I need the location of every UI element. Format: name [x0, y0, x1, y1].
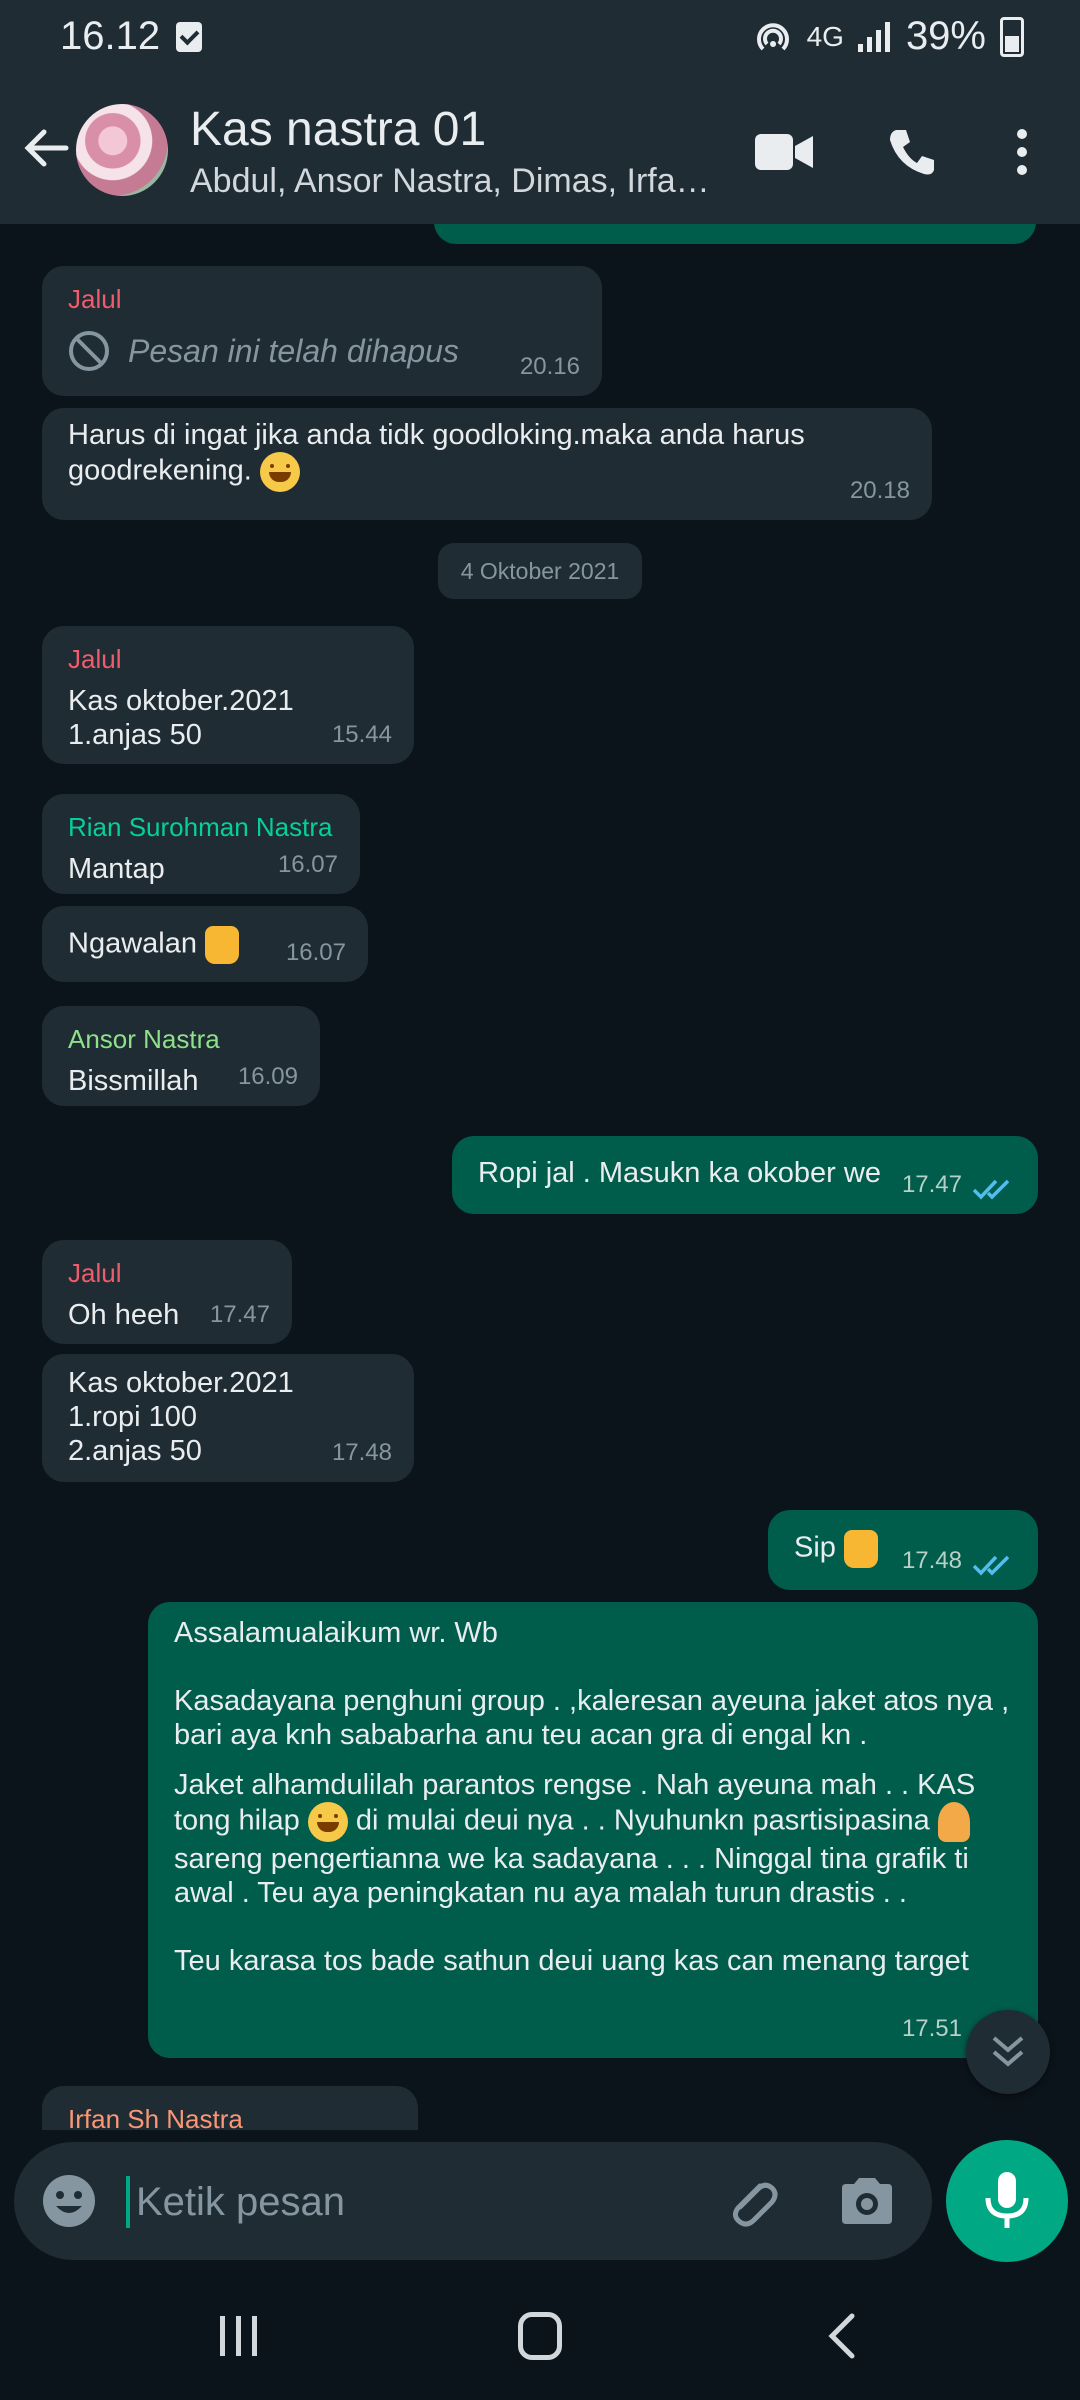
message-time: 16.07 — [277, 851, 338, 878]
message-time: 16.09 — [237, 1063, 298, 1090]
voice-call-icon[interactable] — [884, 124, 940, 180]
back-arrow-icon[interactable] — [18, 120, 74, 176]
home-icon[interactable] — [518, 2312, 562, 2360]
recent-apps-icon[interactable] — [218, 2314, 260, 2358]
message-time: 17.48 — [901, 1547, 962, 1574]
message-list[interactable]: Jalul Pesan ini telah dihapus 20.16 Haru… — [0, 224, 1080, 2130]
sweat-smile-emoji-icon — [307, 1802, 348, 1842]
message-bubble-outgoing[interactable]: Ropi jal . Masukn ka okober we 17.47 — [452, 1136, 1038, 1214]
video-call-icon[interactable] — [755, 132, 813, 172]
message-bubble-outgoing[interactable]: Assalamualaikum wr. Wb Kasadayana penghu… — [148, 1602, 1038, 2058]
group-avatar[interactable] — [76, 104, 168, 196]
message-text: Sip — [794, 1531, 836, 1564]
message-text-line: Kas oktober.2021 — [68, 685, 294, 717]
message-paragraph-group: Jaket alhamdulilah parantos rengse . Nah… — [174, 1768, 1012, 1910]
emoji-icon[interactable] — [40, 2172, 98, 2230]
voice-message-button[interactable] — [946, 2140, 1068, 2262]
hotspot-icon — [756, 22, 789, 50]
message-bubble[interactable]: Kas oktober.2021 1.ropi 100 2.anjas 50 1… — [42, 1354, 414, 1482]
message-bubble-outgoing[interactable]: Sip 17.48 — [768, 1510, 1038, 1590]
message-bubble[interactable]: Jalul Oh heeh 17.47 — [42, 1240, 292, 1344]
attachment-icon[interactable] — [720, 2172, 780, 2232]
message-time: 20.18 — [849, 477, 910, 504]
message-bubble[interactable]: Rian Surohman Nastra Mantap 16.07 — [42, 794, 360, 894]
message-paragraph: Kasadayana penghuni group . ,kaleresan a… — [174, 1685, 1010, 1751]
status-bar: 16.12 4G 39% — [0, 0, 1080, 80]
status-indicators: 4G 39% — [753, 14, 1024, 59]
message-paragraph: di mulai deui nya . . Nyuhunkn pasrtisip… — [355, 1804, 930, 1837]
date-divider: 4 Oktober 2021 — [438, 543, 642, 599]
battery-percent: 39% — [905, 14, 986, 58]
network-type: 4G — [806, 20, 844, 52]
message-text-line: Kas oktober.2021 — [68, 1367, 294, 1399]
message-input[interactable] — [126, 2168, 698, 2236]
deleted-message: Pesan ini telah dihapus — [68, 330, 576, 372]
battery-icon — [1000, 16, 1024, 57]
status-time: 16.12 — [60, 14, 161, 58]
message-time: 15.44 — [331, 721, 392, 748]
sender-name: Ansor Nastra — [68, 1024, 220, 1054]
more-options-icon[interactable] — [1004, 124, 1040, 180]
message-time: 16.07 — [285, 939, 346, 966]
sender-name: Jalul — [68, 284, 122, 314]
message-bubble-partial[interactable]: Irfan Sh Nastra — [42, 2086, 418, 2130]
message-paragraph: sareng pengertianna we ka sadayana . . .… — [174, 1843, 969, 1909]
thumbs-up-emoji-icon — [205, 926, 240, 964]
deleted-text: Pesan ini telah dihapus — [128, 333, 459, 369]
deleted-icon — [69, 331, 109, 371]
message-text: Harus di ingat jika anda tidk goodloking… — [68, 419, 805, 487]
message-time: 17.51 — [901, 2015, 962, 2042]
message-time: 20.16 — [519, 353, 580, 380]
message-time: 17.48 — [331, 1439, 392, 1466]
system-navigation-bar — [0, 2272, 1080, 2400]
sender-name: Jalul — [68, 644, 122, 674]
nav-back-icon[interactable] — [822, 2312, 862, 2360]
scroll-to-bottom-button[interactable] — [966, 2010, 1050, 2094]
pray-emoji-icon — [937, 1802, 970, 1842]
signal-icon — [857, 21, 890, 52]
sender-name: Rian Surohman Nastra — [68, 812, 333, 842]
message-bubble[interactable]: Ngawalan 16.07 — [42, 906, 368, 982]
message-text: Ropi jal . Masukn ka okober we — [478, 1157, 881, 1189]
chat-title[interactable]: Kas nastra 01 — [190, 102, 486, 157]
camera-icon[interactable] — [838, 2174, 896, 2228]
message-text: Ngawalan — [68, 927, 197, 960]
message-paragraph: Assalamualaikum wr. Wb — [174, 1617, 498, 1649]
chat-header: Kas nastra 01 Abdul, Ansor Nastra, Dimas… — [0, 80, 1080, 224]
message-time: 17.47 — [901, 1171, 962, 1198]
microphone-icon — [985, 2172, 1029, 2228]
chat-participants[interactable]: Abdul, Ansor Nastra, Dimas, Irfan... — [190, 162, 710, 201]
double-chevron-down-icon — [992, 2036, 1024, 2067]
message-composer — [14, 2142, 932, 2260]
message-bubble[interactable]: Harus di ingat jika anda tidk goodloking… — [42, 408, 932, 520]
thumbs-up-emoji-icon — [843, 1530, 878, 1568]
read-receipt-icon — [972, 1555, 1010, 1576]
message-bubble[interactable]: Ansor Nastra Bissmillah 16.09 — [42, 1006, 320, 1106]
read-receipt-icon — [972, 1179, 1010, 1200]
checkbox-notification-icon — [176, 22, 202, 52]
sender-name: Irfan Sh Nastra — [68, 2104, 243, 2130]
message-bubble[interactable]: Jalul Kas oktober.2021 1.anjas 50 15.44 — [42, 626, 414, 764]
message-bubble-partial[interactable] — [434, 224, 1036, 244]
sender-name: Jalul — [68, 1258, 122, 1288]
message-text-line: 1.ropi 100 — [68, 1401, 197, 1433]
message-paragraph: Teu karasa tos bade sathun deui uang kas… — [174, 1945, 969, 1977]
message-time: 17.47 — [209, 1301, 270, 1328]
message-bubble[interactable]: Jalul Pesan ini telah dihapus 20.16 — [42, 266, 602, 396]
grinning-emoji-icon — [259, 452, 300, 492]
